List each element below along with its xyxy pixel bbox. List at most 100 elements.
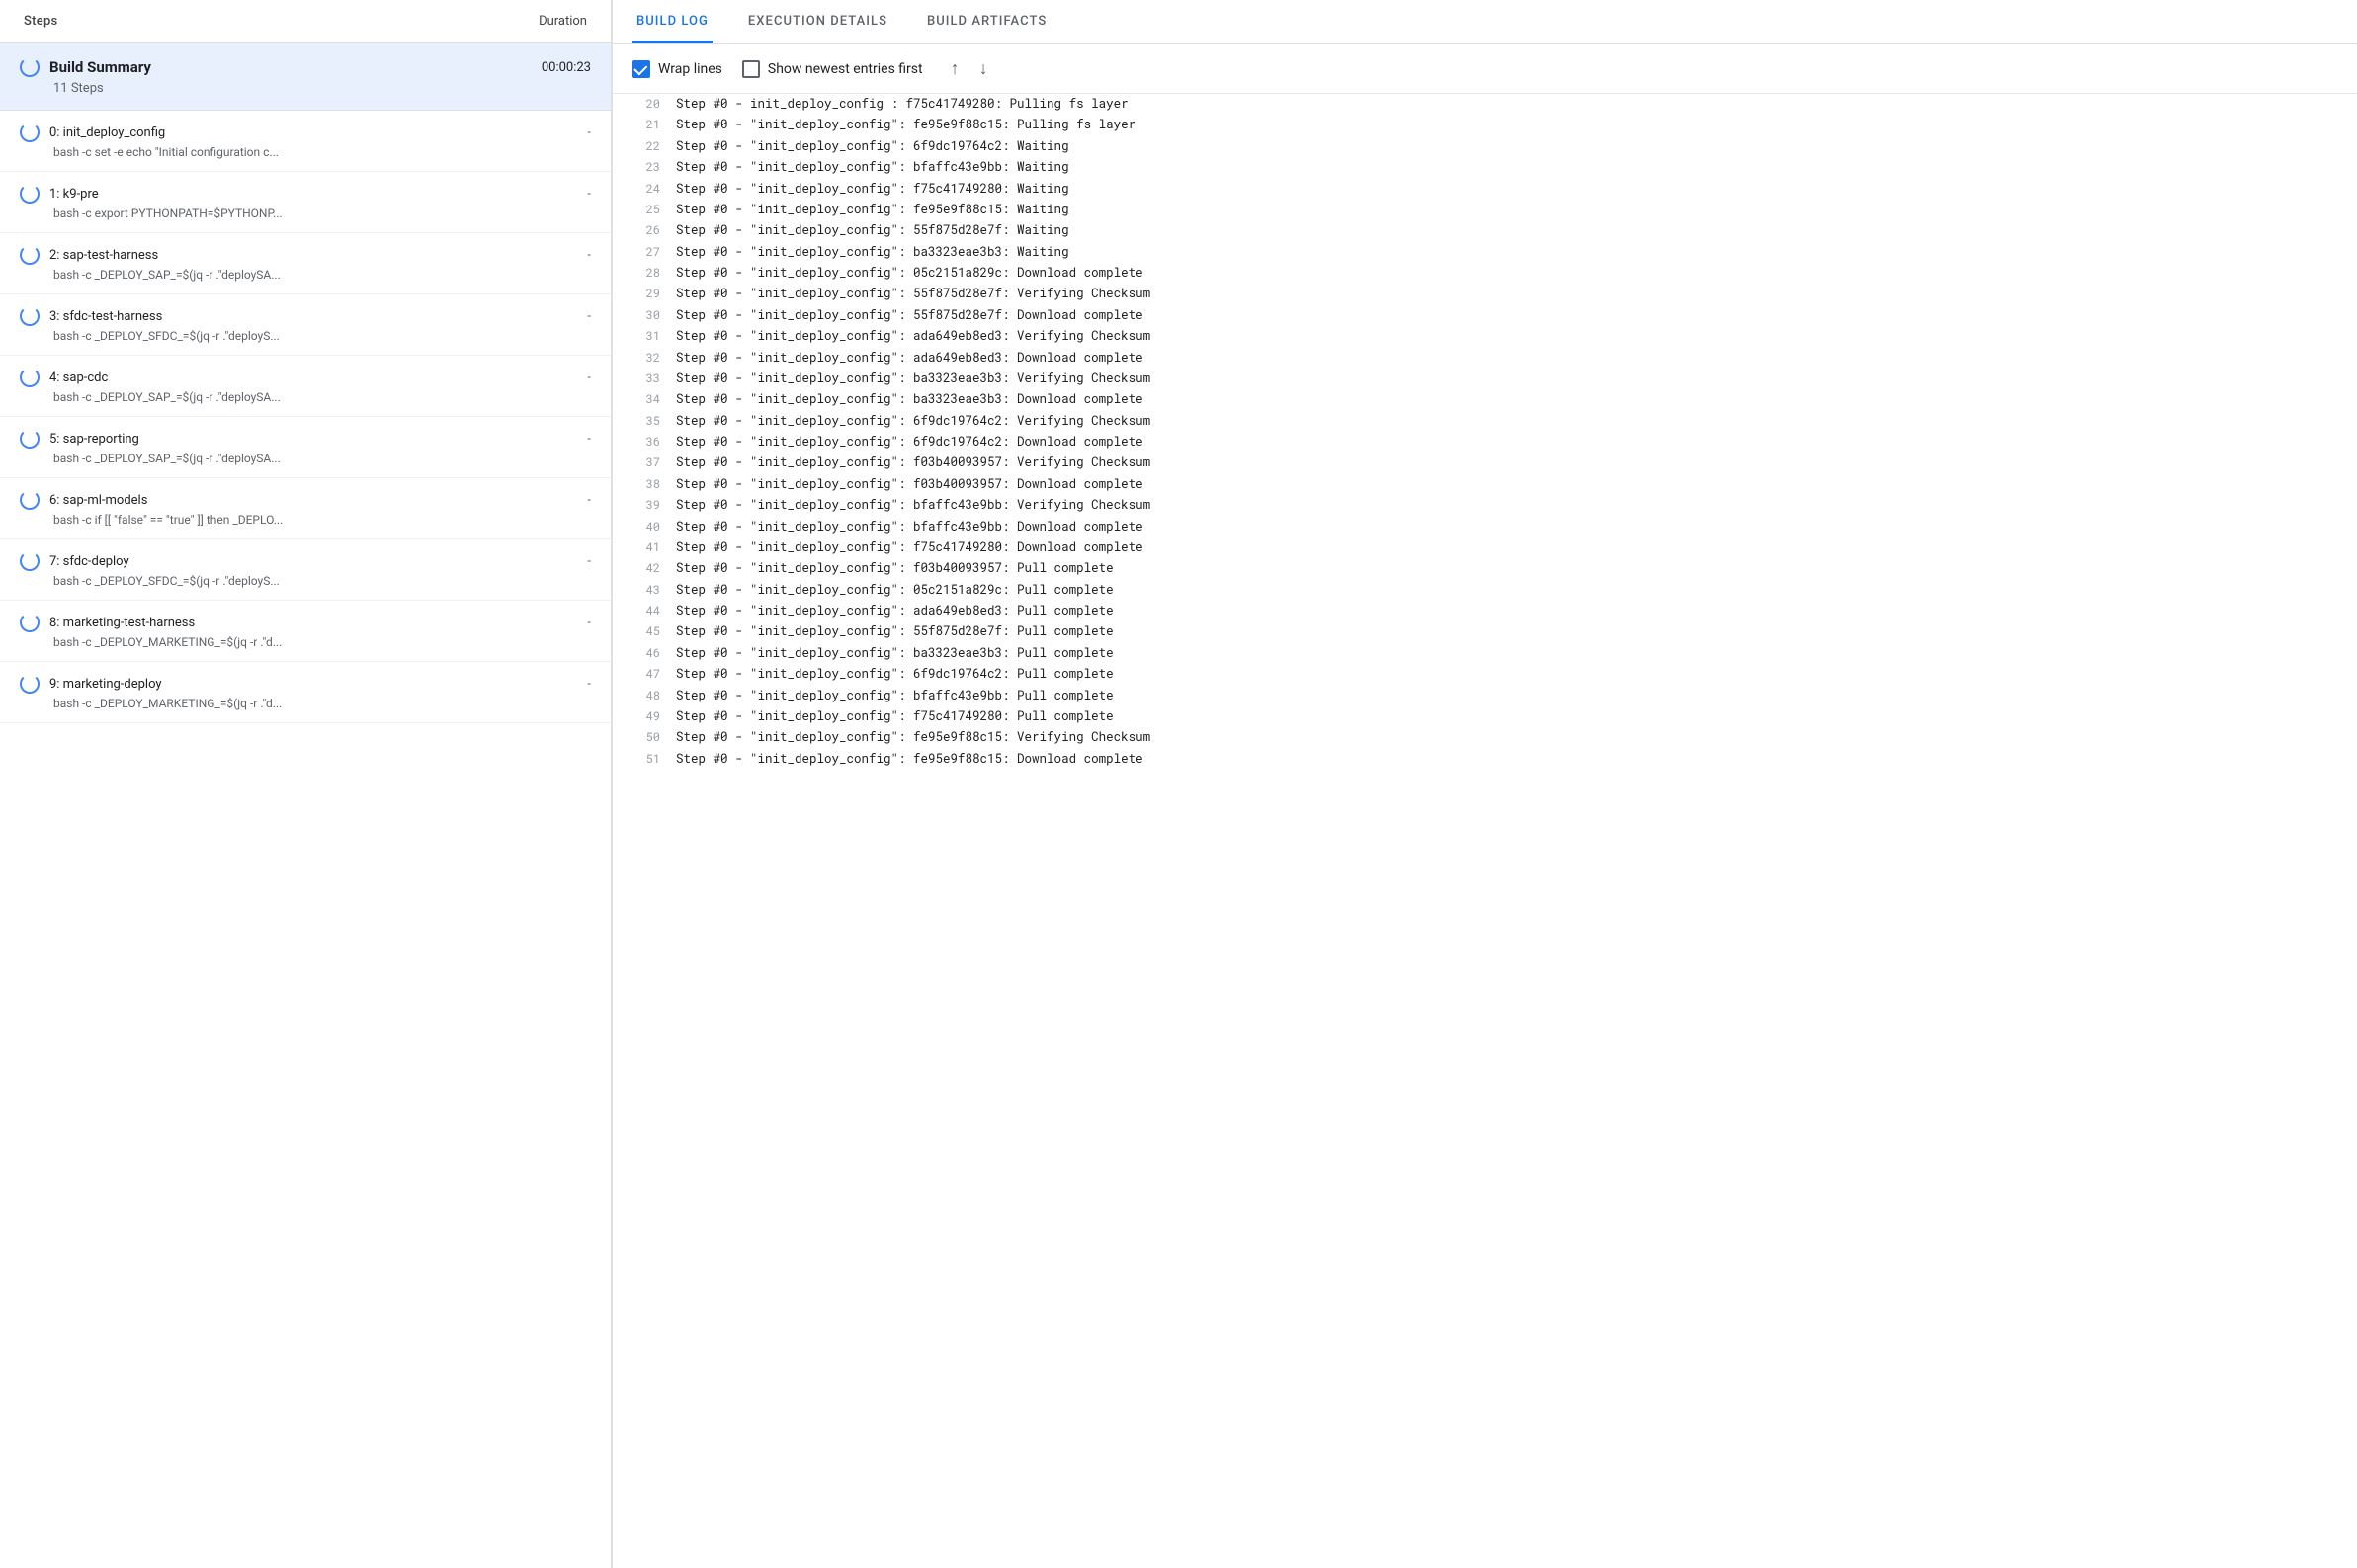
- step-spinner-icon: [20, 490, 40, 510]
- log-line-text: Step #0 - "init_deploy_config": fe95e9f8…: [676, 116, 1136, 134]
- step-spinner-icon: [20, 674, 40, 694]
- step-name: 1: k9-pre: [49, 187, 99, 202]
- log-line-text: Step #0 - "init_deploy_config": fe95e9f8…: [676, 750, 1143, 769]
- wrap-lines-label[interactable]: Wrap lines: [632, 60, 722, 78]
- log-line-text: Step #0 - "init_deploy_config": 05c2151a…: [676, 264, 1143, 283]
- log-line-number: 42: [632, 559, 660, 578]
- step-row[interactable]: 6: sap-ml-models - bash -c if [[ "false"…: [0, 478, 611, 539]
- log-line-text: Step #0 - "init_deploy_config": ba3323ea…: [676, 243, 1069, 262]
- step-row[interactable]: 2: sap-test-harness - bash -c _DEPLOY_SA…: [0, 233, 611, 294]
- log-line-text: Step #0 - "init_deploy_config": f75c4174…: [676, 707, 1114, 726]
- log-line-number: 22: [632, 137, 660, 156]
- step-name: 3: sfdc-test-harness: [49, 309, 162, 324]
- log-line-text: Step #0 - "init_deploy_config": 55f875d2…: [676, 221, 1069, 240]
- step-name: 0: init_deploy_config: [49, 125, 165, 140]
- log-line-text: Step #0 - "init_deploy_config": 6f9dc197…: [676, 412, 1150, 431]
- step-row[interactable]: 8: marketing-test-harness - bash -c _DEP…: [0, 601, 611, 662]
- log-line: 27 Step #0 - "init_deploy_config": ba332…: [613, 242, 2357, 263]
- log-line-text: Step #0 - "init_deploy_config": f03b4009…: [676, 559, 1114, 578]
- step-duration: -: [587, 616, 591, 630]
- step-spinner-icon: [20, 613, 40, 632]
- step-duration: -: [587, 371, 591, 385]
- step-spinner-icon: [20, 245, 40, 265]
- log-line-number: 45: [632, 622, 660, 641]
- log-line: 44 Step #0 - "init_deploy_config": ada64…: [613, 601, 2357, 621]
- step-row[interactable]: 7: sfdc-deploy - bash -c _DEPLOY_SFDC_=$…: [0, 539, 611, 601]
- build-summary-row[interactable]: Build Summary 00:00:23 11 Steps: [0, 43, 611, 111]
- log-line: 34 Step #0 - "init_deploy_config": ba332…: [613, 389, 2357, 410]
- log-line: 29 Step #0 - "init_deploy_config": 55f87…: [613, 284, 2357, 304]
- log-line-number: 24: [632, 180, 660, 199]
- log-line-number: 20: [632, 95, 660, 114]
- log-line-number: 28: [632, 264, 660, 283]
- log-line-text: Step #0 - "init_deploy_config": bfaffc43…: [676, 687, 1114, 705]
- tabs-bar: BUILD LOG EXECUTION DETAILS BUILD ARTIFA…: [613, 0, 2357, 44]
- log-line-number: 36: [632, 433, 660, 452]
- log-line: 46 Step #0 - "init_deploy_config": ba332…: [613, 643, 2357, 664]
- scroll-bottom-button[interactable]: ↓: [975, 56, 992, 81]
- step-spinner-icon: [20, 429, 40, 449]
- wrap-lines-text: Wrap lines: [658, 61, 722, 77]
- newest-entries-checkbox[interactable]: [742, 60, 760, 78]
- log-line: 23 Step #0 - "init_deploy_config": bfaff…: [613, 157, 2357, 178]
- log-line-number: 48: [632, 687, 660, 705]
- step-duration: -: [587, 677, 591, 692]
- log-line-text: Step #0 - "init_deploy_config": ba3323ea…: [676, 644, 1114, 663]
- log-line-text: Step #0 - "init_deploy_config": bfaffc43…: [676, 158, 1069, 177]
- scroll-top-button[interactable]: ↑: [947, 56, 964, 81]
- log-line-text: Step #0 - "init_deploy_config": bfaffc43…: [676, 518, 1143, 536]
- log-container: 20 Step #0 - init_deploy_config : f75c41…: [613, 94, 2357, 770]
- log-line-text: Step #0 - "init_deploy_config": 6f9dc197…: [676, 665, 1114, 684]
- step-spinner-icon: [20, 551, 40, 571]
- step-duration: -: [587, 432, 591, 447]
- step-row[interactable]: 0: init_deploy_config - bash -c set -e e…: [0, 111, 611, 172]
- log-line-number: 30: [632, 306, 660, 325]
- log-line: 20 Step #0 - init_deploy_config : f75c41…: [613, 94, 2357, 115]
- step-name: 7: sfdc-deploy: [49, 554, 129, 569]
- log-line-number: 26: [632, 221, 660, 240]
- log-line: 48 Step #0 - "init_deploy_config": bfaff…: [613, 686, 2357, 706]
- tab-build-artifacts[interactable]: BUILD ARTIFACTS: [923, 0, 1051, 43]
- build-summary-steps-count: 11 Steps: [20, 81, 591, 96]
- step-command: bash -c set -e echo "Initial configurati…: [20, 145, 591, 159]
- log-line: 49 Step #0 - "init_deploy_config": f75c4…: [613, 706, 2357, 727]
- step-row[interactable]: 4: sap-cdc - bash -c _DEPLOY_SAP_=$(jq -…: [0, 356, 611, 417]
- right-panel: BUILD LOG EXECUTION DETAILS BUILD ARTIFA…: [613, 0, 2357, 1568]
- step-command: bash -c export PYTHONPATH=$PYTHONP...: [20, 206, 591, 220]
- step-spinner-icon: [20, 123, 40, 142]
- step-row[interactable]: 5: sap-reporting - bash -c _DEPLOY_SAP_=…: [0, 417, 611, 478]
- log-line-text: Step #0 - "init_deploy_config": ada649eb…: [676, 327, 1150, 346]
- step-row[interactable]: 1: k9-pre - bash -c export PYTHONPATH=$P…: [0, 172, 611, 233]
- step-spinner-icon: [20, 306, 40, 326]
- log-line: 41 Step #0 - "init_deploy_config": f75c4…: [613, 537, 2357, 558]
- log-line: 50 Step #0 - "init_deploy_config": fe95e…: [613, 727, 2357, 748]
- wrap-lines-checkbox[interactable]: [632, 60, 650, 78]
- log-line: 31 Step #0 - "init_deploy_config": ada64…: [613, 326, 2357, 347]
- step-command: bash -c _DEPLOY_SFDC_=$(jq -r ."deployS.…: [20, 329, 591, 343]
- log-line-number: 32: [632, 349, 660, 368]
- log-line-text: Step #0 - "init_deploy_config": 55f875d2…: [676, 306, 1143, 325]
- log-line: 51 Step #0 - "init_deploy_config": fe95e…: [613, 749, 2357, 770]
- step-spinner-icon: [20, 368, 40, 387]
- step-row[interactable]: 9: marketing-deploy - bash -c _DEPLOY_MA…: [0, 662, 611, 723]
- log-line-number: 40: [632, 518, 660, 536]
- tab-build-log[interactable]: BUILD LOG: [632, 0, 713, 43]
- steps-list: Build Summary 00:00:23 11 Steps 0: init_…: [0, 43, 611, 1568]
- log-content[interactable]: 20 Step #0 - init_deploy_config : f75c41…: [613, 94, 2357, 1568]
- log-line-text: Step #0 - "init_deploy_config": 55f875d2…: [676, 622, 1114, 641]
- build-summary-duration: 00:00:23: [542, 60, 591, 75]
- step-row[interactable]: 3: sfdc-test-harness - bash -c _DEPLOY_S…: [0, 294, 611, 356]
- step-command: bash -c _DEPLOY_SAP_=$(jq -r ."deploySA.…: [20, 268, 591, 282]
- log-line-text: Step #0 - "init_deploy_config": ada649eb…: [676, 349, 1143, 368]
- log-line: 37 Step #0 - "init_deploy_config": f03b4…: [613, 453, 2357, 473]
- steps-column-header: Steps: [24, 14, 57, 29]
- log-line-text: Step #0 - "init_deploy_config": f75c4174…: [676, 538, 1143, 557]
- log-line: 24 Step #0 - "init_deploy_config": f75c4…: [613, 179, 2357, 200]
- tab-execution-details[interactable]: EXECUTION DETAILS: [744, 0, 891, 43]
- newest-entries-label[interactable]: Show newest entries first: [742, 60, 923, 78]
- log-line-text: Step #0 - "init_deploy_config": f75c4174…: [676, 180, 1069, 199]
- log-line-number: 37: [632, 454, 660, 472]
- step-command: bash -c _DEPLOY_MARKETING_=$(jq -r ."d..…: [20, 635, 591, 649]
- step-name: 2: sap-test-harness: [49, 248, 158, 263]
- log-line-text: Step #0 - "init_deploy_config": bfaffc43…: [676, 496, 1150, 515]
